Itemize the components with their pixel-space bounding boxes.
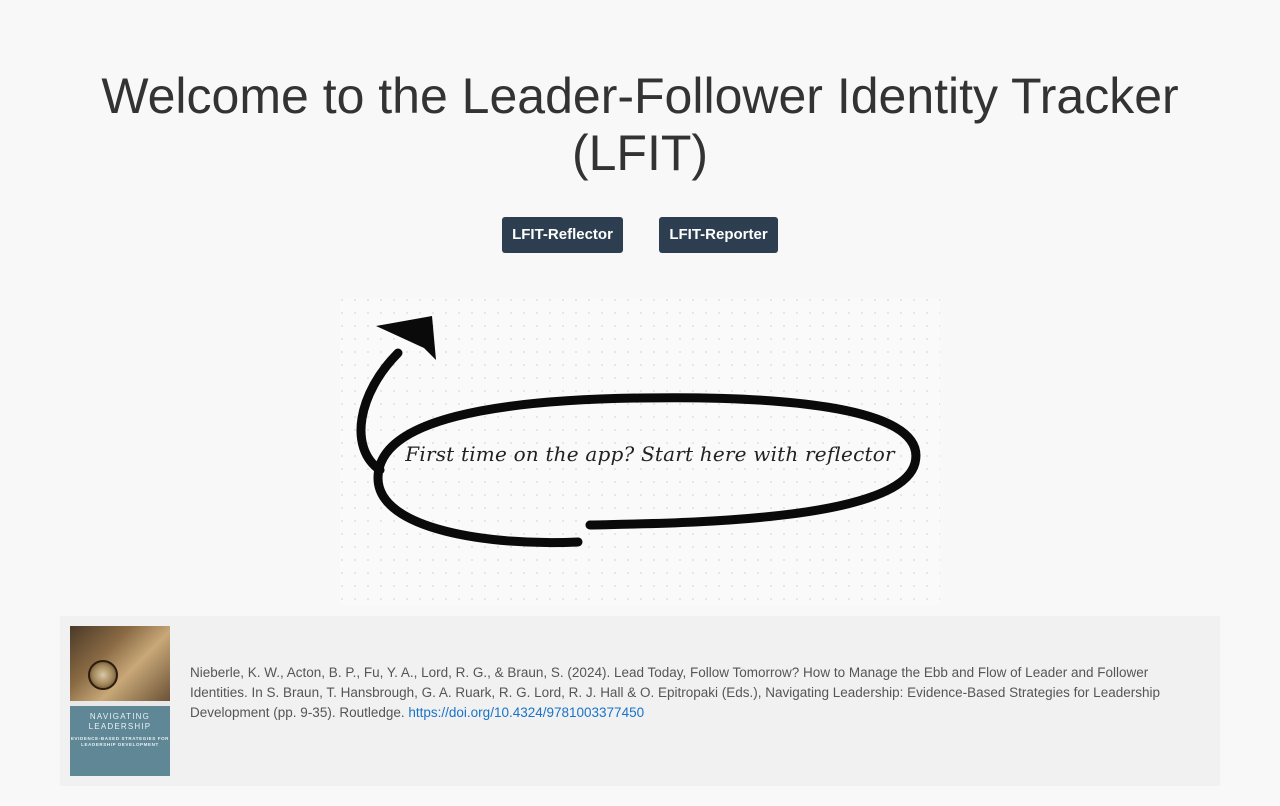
- compass-icon: [88, 660, 118, 690]
- lfit-reporter-button[interactable]: LFIT-Reporter: [659, 217, 778, 253]
- book-cover-text-area: NAVIGATING LEADERSHIP EVIDENCE-BASED STR…: [70, 706, 170, 776]
- reference-panel: NAVIGATING LEADERSHIP EVIDENCE-BASED STR…: [60, 616, 1220, 786]
- doi-link[interactable]: https://doi.org/10.4324/9781003377450: [408, 705, 644, 720]
- page-title: Welcome to the Leader-Follower Identity …: [101, 68, 1179, 181]
- book-cover-title: NAVIGATING LEADERSHIP: [88, 712, 152, 731]
- lfit-reflector-button[interactable]: LFIT-Reflector: [502, 217, 623, 253]
- book-cover-subtitle: EVIDENCE-BASED STRATEGIES FOR LEADERSHIP…: [70, 736, 170, 747]
- page: Welcome to the Leader-Follower Identity …: [0, 0, 1280, 806]
- citation-body: Nieberle, K. W., Acton, B. P., Fu, Y. A.…: [190, 665, 1160, 720]
- start-here-illustration: First time on the app? Start here with r…: [340, 298, 940, 606]
- book-cover-image: NAVIGATING LEADERSHIP EVIDENCE-BASED STR…: [70, 626, 170, 776]
- citation-text: Nieberle, K. W., Acton, B. P., Fu, Y. A.…: [190, 663, 1200, 723]
- book-cover-artwork: [70, 626, 170, 701]
- start-here-message: First time on the app? Start here with r…: [405, 442, 895, 466]
